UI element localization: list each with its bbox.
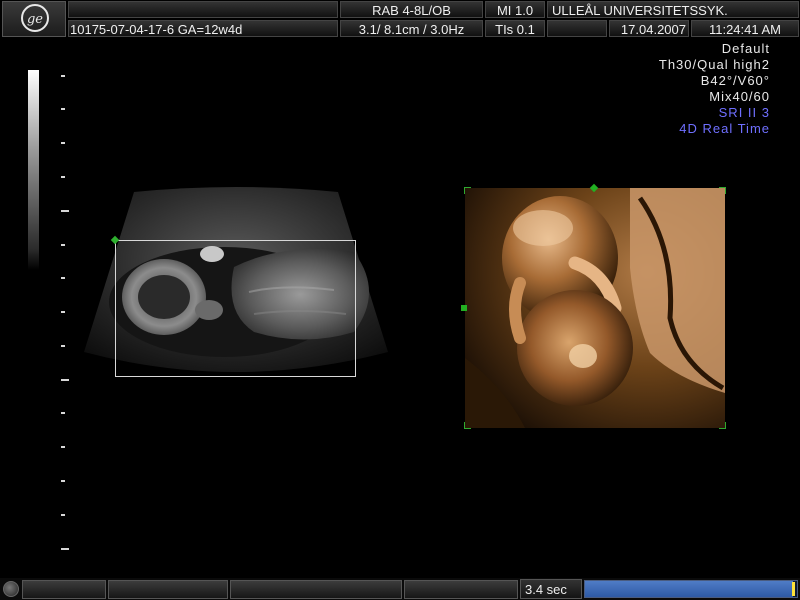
setting-line-mix: Mix40/60	[709, 89, 770, 104]
render-frame-corner	[719, 187, 726, 194]
depth-tick	[61, 277, 65, 279]
cine-progress-cursor[interactable]	[792, 582, 795, 596]
depth-frequency-label: 3.1/ 8.1cm / 3.0Hz	[340, 20, 483, 37]
trackball-knob[interactable]	[3, 581, 19, 597]
header-bar: ge RAB 4-8L/OB MI 1.0 ULLEÅL UNIVERSITET…	[0, 0, 800, 38]
cine-time-label: 3.4 sec	[520, 579, 582, 599]
setting-line-quality: Th30/Qual high2	[658, 57, 770, 72]
grayscale-bar	[28, 70, 39, 270]
institution-label: ULLEÅL UNIVERSITETSSYK.	[547, 1, 799, 18]
acquisition-settings: Default Th30/Qual high2 B42°/V60° Mix40/…	[659, 41, 770, 137]
depth-tick	[61, 244, 65, 246]
footer-button-1[interactable]	[22, 580, 106, 599]
depth-tick	[61, 345, 65, 347]
svg-text:ge: ge	[27, 12, 43, 27]
ge-logo: ge	[2, 1, 66, 37]
footer-button-4[interactable]	[404, 580, 518, 599]
render-side-marker[interactable]	[461, 305, 467, 311]
mi-label: MI 1.0	[485, 1, 545, 18]
depth-tick	[61, 514, 65, 516]
probe-label: RAB 4-8L/OB	[340, 1, 483, 18]
render-3d-image[interactable]	[465, 188, 725, 428]
cine-progress-fill	[585, 581, 793, 597]
tis-label: TIs 0.1	[485, 20, 545, 37]
depth-tick	[61, 480, 65, 482]
depth-tick	[61, 75, 65, 77]
depth-tick	[61, 412, 65, 414]
depth-tick	[61, 176, 65, 178]
cine-progress-bar[interactable]	[584, 580, 798, 598]
depth-tick-major	[61, 379, 69, 381]
depth-tick	[61, 108, 65, 110]
header-blank-cell-2	[547, 20, 607, 37]
render-frame-corner	[464, 422, 471, 429]
setting-line-preset: Default	[721, 41, 770, 56]
setting-line-angles: B42°/V60°	[700, 73, 770, 88]
render-frame-corner	[719, 422, 726, 429]
roi-box[interactable]	[115, 240, 356, 377]
depth-tick-major	[61, 548, 69, 550]
header-blank-cell	[68, 1, 338, 18]
render-frame-corner	[464, 187, 471, 194]
depth-tick	[61, 446, 65, 448]
footer-button-3[interactable]	[230, 580, 402, 599]
patient-id-label: 10175-07-04-17-6 GA=12w4d	[68, 20, 338, 37]
footer-button-2[interactable]	[108, 580, 228, 599]
setting-line-mode: 4D Real Time	[679, 121, 770, 136]
setting-line-sri: SRI II 3	[718, 105, 770, 120]
time-label: 11:24:41 AM	[691, 20, 799, 37]
depth-tick	[61, 311, 65, 313]
depth-tick	[61, 142, 65, 144]
date-label: 17.04.2007	[609, 20, 689, 37]
depth-tick-major	[61, 210, 69, 212]
